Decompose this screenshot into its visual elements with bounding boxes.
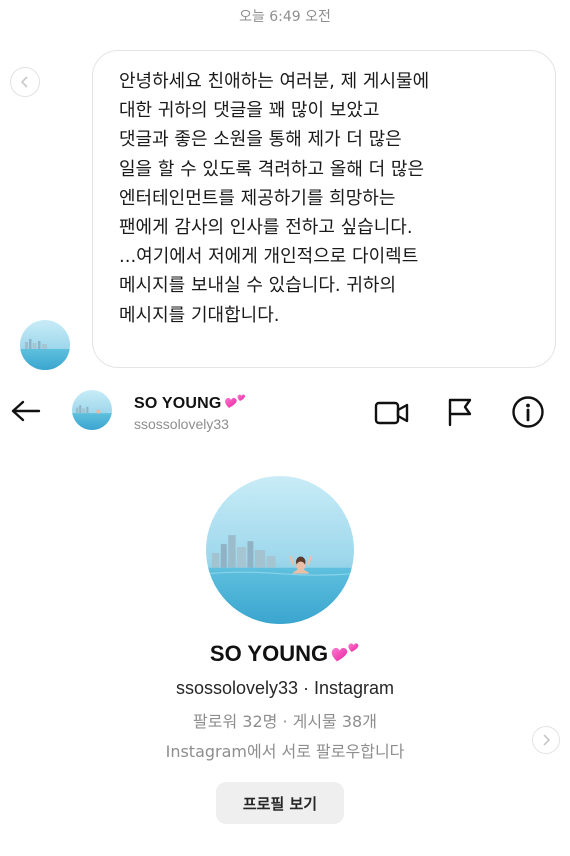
message-line: 메시지를 기대합니다. <box>119 304 280 326</box>
chevron-right-icon <box>543 734 551 746</box>
message-line: 안녕하세요 친애하는 여러분, 제 게시물에 <box>119 71 430 92</box>
header-display-name[interactable]: SO YOUNG <box>134 392 246 413</box>
profile-avatar[interactable] <box>206 476 354 624</box>
flag-icon <box>448 398 472 427</box>
previous-button[interactable] <box>10 67 40 97</box>
message-line: 엔터테인먼트를 제공하기를 희망하는 <box>119 187 396 209</box>
header-name-text: SO YOUNG <box>134 395 222 412</box>
sender-avatar[interactable] <box>20 320 70 370</box>
message-timestamp: 오늘 6:49 오전 <box>239 9 331 25</box>
video-call-button[interactable] <box>372 398 412 428</box>
profile-display-name: SO YOUNG <box>0 640 570 667</box>
header-username: ssossolovely33 <box>134 416 229 432</box>
message-line: 팬에게 감사의 인사를 전하고 싶습니다. <box>119 217 413 239</box>
mutual-follow-text: Instagram에서 서로 팔로우합니다 <box>165 742 405 761</box>
profile-username-platform: ssossolovely33 · Instagram <box>175 678 395 698</box>
message-line: 메시지를 보내실 수 있습니다. 귀하의 <box>119 275 397 297</box>
message-line: 댓글과 좋은 소원을 통해 제가 더 많은 <box>119 129 402 151</box>
info-button[interactable] <box>510 394 546 430</box>
info-icon <box>512 396 544 428</box>
message-bubble[interactable]: 안녕하세요 친애하는 여러분, 제 게시물에 대한 귀하의 댓글을 꽤 많이 보… <box>92 50 556 368</box>
back-button[interactable] <box>8 396 44 426</box>
message-line: 대한 귀하의 댓글을 꽤 많이 보았고 <box>119 100 380 122</box>
next-button[interactable] <box>532 726 560 754</box>
video-call-icon <box>374 401 409 425</box>
message-line: ...여기에서 저에게 개인적으로 다이렉트 <box>119 246 419 268</box>
profile-name-text: SO YOUNG <box>209 641 329 666</box>
message-line: 일을 할 수 있도록 격려하고 올해 더 많은 <box>119 158 425 180</box>
header-avatar[interactable] <box>72 390 112 430</box>
chevron-left-icon <box>20 76 28 88</box>
conversation-header: SO YOUNG ssossolovely33 <box>0 376 570 446</box>
view-profile-button[interactable]: 프로필 보기 <box>216 782 344 824</box>
report-button[interactable] <box>443 396 477 428</box>
hearts-emoji-icon <box>331 643 359 662</box>
hearts-emoji-icon <box>224 394 245 408</box>
profile-stats: 팔로워 32명 · 게시물 38개 <box>193 712 377 731</box>
back-arrow-icon <box>11 400 41 422</box>
